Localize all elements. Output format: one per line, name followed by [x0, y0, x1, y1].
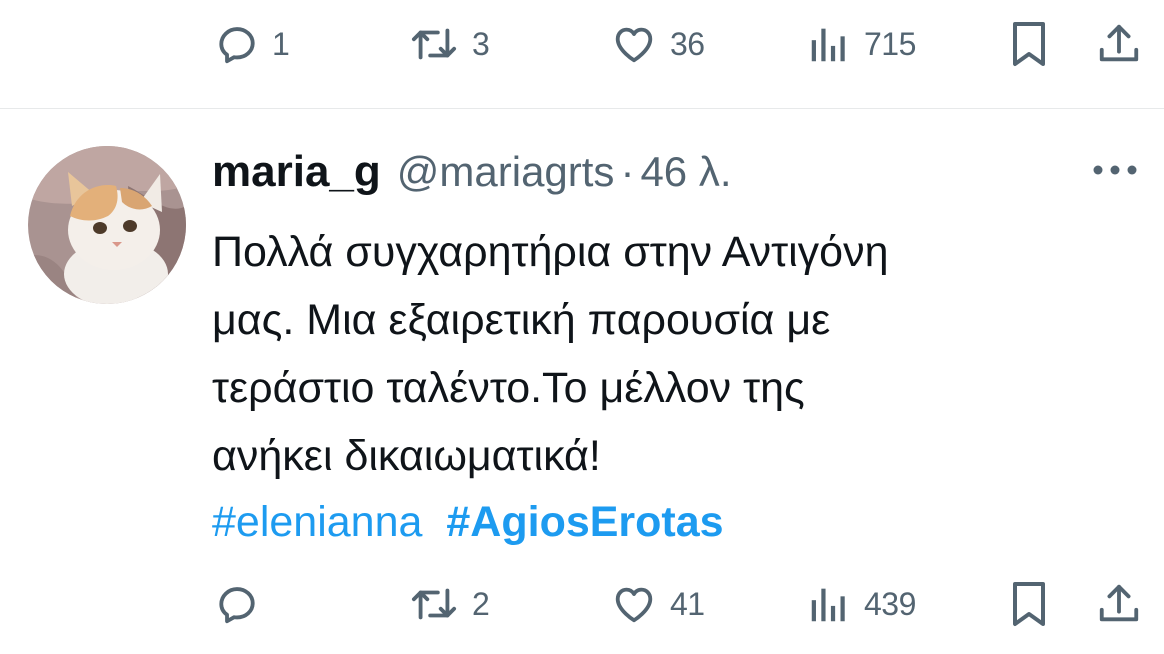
hashtags: #elenianna #AgiosErotas — [212, 488, 724, 556]
retweet-count: 3 — [472, 25, 490, 62]
reply-button[interactable] — [214, 574, 272, 634]
reply-count: 1 — [272, 25, 290, 62]
separator-dot: · — [620, 148, 635, 195]
tweet-header: maria_g @mariagrts · 46 λ. — [212, 142, 732, 202]
views-icon — [811, 588, 845, 622]
retweet-button[interactable]: 2 — [408, 574, 490, 634]
like-count: 36 — [670, 25, 705, 62]
retweet-icon — [411, 28, 457, 60]
reply-icon — [219, 27, 255, 64]
tweet-text-line: ανήκει δικαιωματικά! — [212, 432, 601, 480]
share-button[interactable] — [1096, 574, 1142, 634]
tweet-text-line: μας. Μια εξαιρετική παρουσία με — [212, 296, 831, 344]
like-button[interactable]: 41 — [610, 574, 705, 634]
tweet-action-bar: 2 41 439 — [0, 574, 1164, 634]
heart-icon — [615, 587, 653, 623]
views-button[interactable]: 439 — [806, 574, 916, 634]
like-button[interactable]: 36 — [610, 14, 705, 74]
previous-tweet-action-bar: 1 3 36 715 — [0, 14, 1164, 74]
bookmark-icon — [1013, 22, 1045, 66]
share-icon — [1099, 584, 1139, 622]
like-count: 41 — [670, 585, 705, 622]
views-button[interactable]: 715 — [806, 14, 916, 74]
hashtag-link[interactable]: #elenianna — [212, 498, 422, 546]
display-name[interactable]: maria_g — [212, 147, 381, 197]
more-button[interactable] — [1086, 150, 1144, 190]
tweet-text-line: τεράστιο ταλέντο.Το μέλλον της — [212, 364, 805, 412]
share-icon — [1099, 24, 1139, 62]
views-icon — [811, 28, 845, 62]
retweet-count: 2 — [472, 585, 490, 622]
cat-avatar-image — [28, 146, 186, 304]
user-handle[interactable]: @mariagrts — [397, 148, 615, 196]
avatar[interactable] — [28, 146, 186, 304]
tweet-text-line: Πολλά συγχαρητήρια στην Αντιγόνη — [212, 228, 889, 276]
more-icon — [1093, 165, 1137, 175]
reply-button[interactable]: 1 — [214, 14, 290, 74]
bookmark-button[interactable] — [1008, 574, 1050, 634]
share-button[interactable] — [1096, 14, 1142, 74]
heart-icon — [615, 27, 653, 63]
retweet-icon — [411, 588, 457, 620]
bookmark-button[interactable] — [1008, 14, 1050, 74]
tweet-text: Πολλά συγχαρητήρια στην Αντιγόνη μας. Μι… — [212, 218, 1132, 490]
reply-icon — [219, 587, 255, 624]
retweet-button[interactable]: 3 — [408, 14, 490, 74]
bookmark-icon — [1013, 582, 1045, 626]
view-count: 715 — [864, 25, 916, 62]
tweet-divider — [0, 108, 1164, 109]
view-count: 439 — [864, 585, 916, 622]
hashtag-link[interactable]: #AgiosErotas — [446, 498, 723, 546]
tweet-time[interactable]: 46 λ. — [640, 148, 731, 196]
